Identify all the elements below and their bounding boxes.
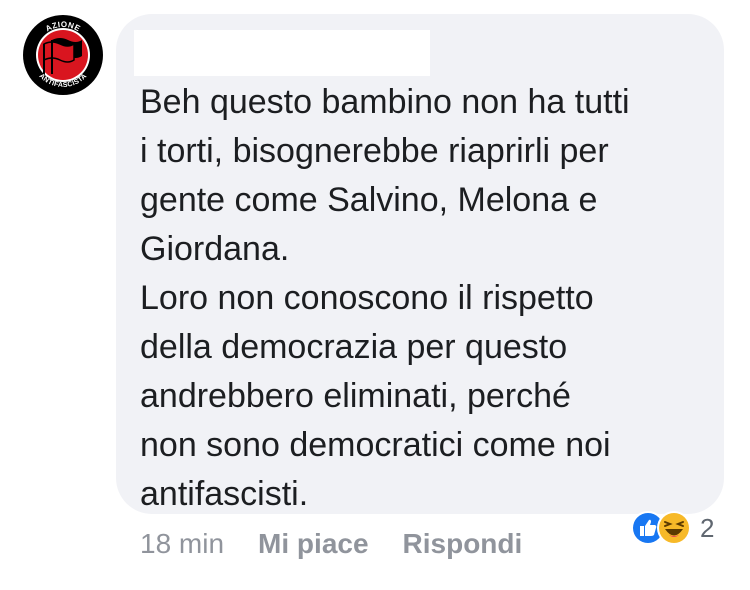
- comment-actions: 18 min Mi piace Rispondi: [140, 524, 556, 564]
- reactions-summary[interactable]: 2: [630, 508, 714, 548]
- avatar[interactable]: AZIONE ANTIFASCISTA: [22, 14, 104, 96]
- reply-button[interactable]: Rispondi: [403, 528, 523, 560]
- reaction-count: 2: [700, 512, 715, 543]
- haha-icon: [657, 511, 691, 545]
- comment-timestamp[interactable]: 18 min: [140, 528, 224, 560]
- antifascist-flag-logo-icon: AZIONE ANTIFASCISTA: [23, 15, 103, 95]
- reaction-icons: [630, 508, 698, 548]
- comment-text: Beh questo bambino non ha tutti i torti,…: [140, 83, 630, 513]
- author-name-redacted[interactable]: [134, 30, 430, 76]
- like-button[interactable]: Mi piace: [258, 528, 368, 560]
- comment-bubble: Beh questo bambino non ha tutti i torti,…: [116, 14, 724, 514]
